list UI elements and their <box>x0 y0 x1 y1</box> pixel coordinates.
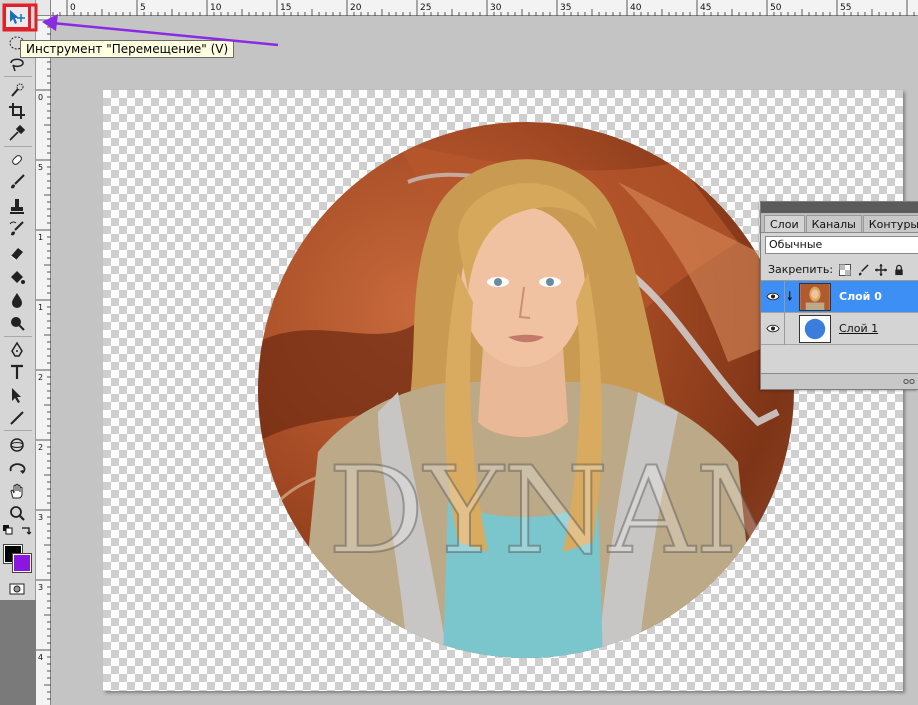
tab-layers[interactable]: Слои <box>764 215 805 232</box>
blend-mode-row: Обычные <box>761 233 918 259</box>
layer-thumbnail <box>799 282 831 311</box>
panel-tabs: Слои Каналы Контуры <box>761 213 918 233</box>
brush-icon <box>858 263 869 275</box>
tab-paths[interactable]: Контуры <box>862 215 918 232</box>
clip-arrow-icon <box>787 291 792 301</box>
lock-label: Закрепить: <box>768 263 834 276</box>
layer-thumbnail <box>799 314 831 343</box>
lock-icon <box>894 264 903 275</box>
link-layers-icon[interactable] <box>903 378 915 385</box>
lock-position-button[interactable] <box>874 263 887 276</box>
move-cross-icon <box>874 263 887 276</box>
layer-visibility-toggle[interactable] <box>761 280 785 313</box>
blend-mode-select[interactable]: Обычные <box>765 236 918 254</box>
tab-channels[interactable]: Каналы <box>805 215 862 232</box>
photo-thumbnail <box>800 283 830 310</box>
layer-name[interactable]: Слой 1 <box>839 322 878 335</box>
eye-icon <box>765 324 780 333</box>
layer-row-1[interactable]: Слой 1 <box>761 312 918 345</box>
layer-row-0[interactable]: Слой 0 <box>761 280 918 313</box>
circle-thumbnail <box>800 315 830 342</box>
layer-name[interactable]: Слой 0 <box>839 290 882 303</box>
layer-visibility-toggle[interactable] <box>761 312 785 345</box>
lock-pixels-button[interactable] <box>856 263 869 276</box>
panel-title-bar[interactable] <box>761 202 918 213</box>
lock-transparency-button[interactable] <box>838 263 851 276</box>
lock-transparency-icon <box>838 263 851 276</box>
clipping-indicator <box>785 291 797 302</box>
lock-all-button[interactable] <box>892 263 905 276</box>
eye-icon <box>765 292 780 301</box>
lock-row: Закрепить: <box>761 259 918 281</box>
panel-footer <box>761 373 918 389</box>
layers-panel: Слои Каналы Контуры Обычные Закрепить: С… <box>760 201 918 390</box>
